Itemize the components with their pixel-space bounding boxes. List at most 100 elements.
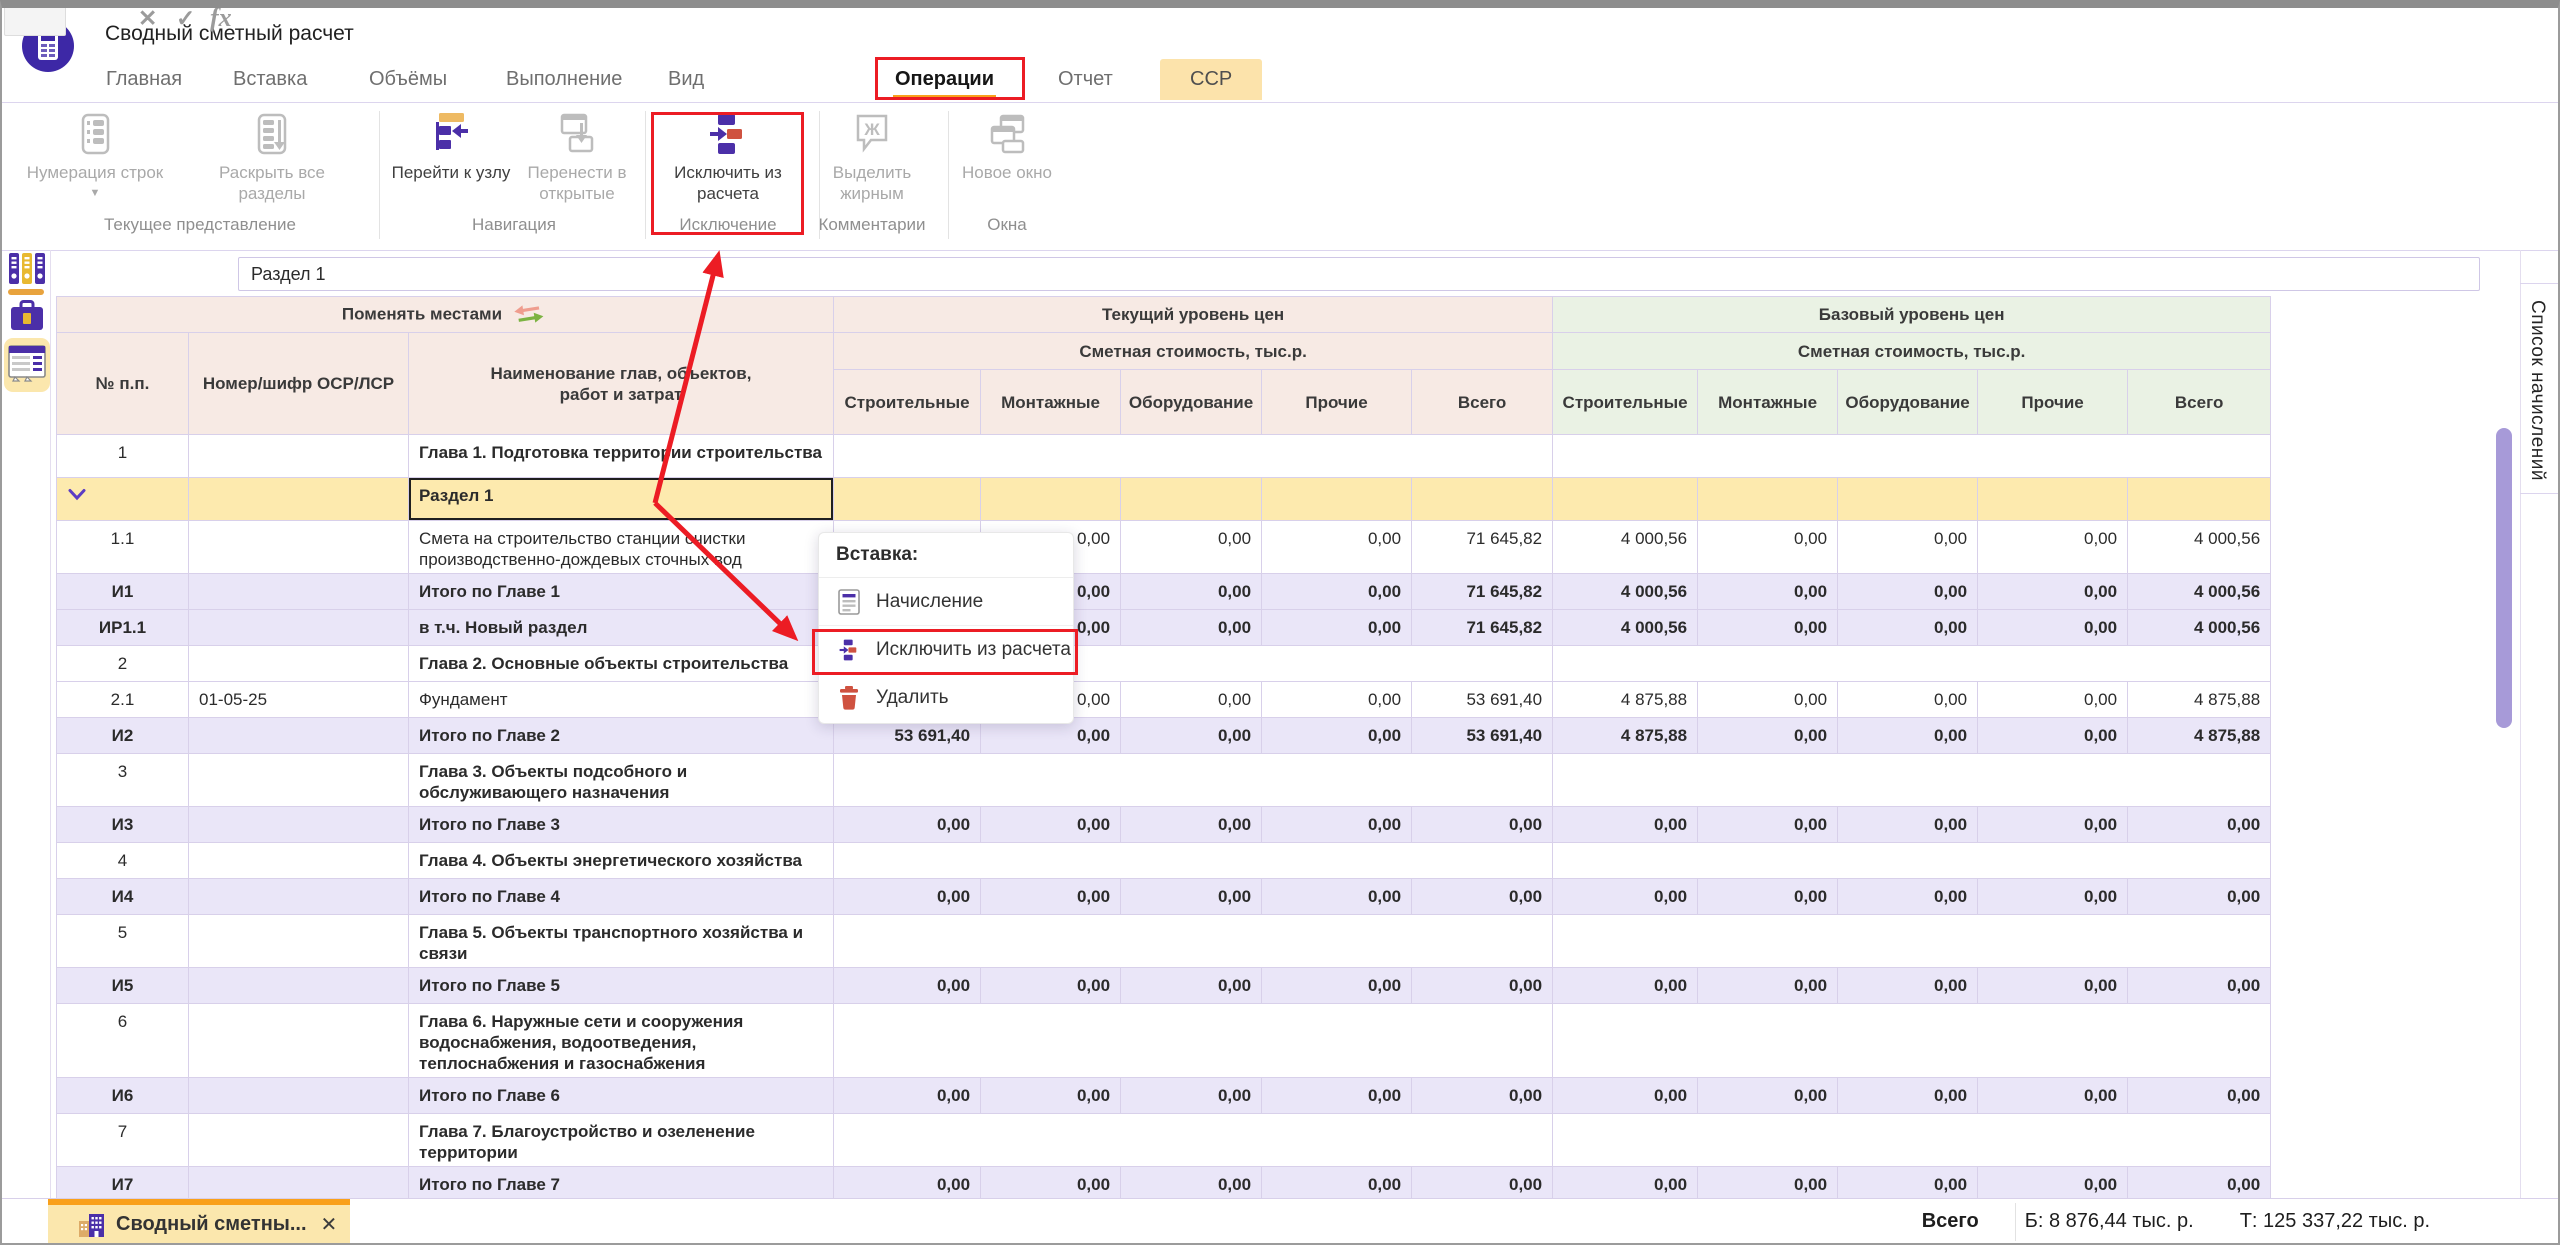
row-name-cell[interactable]: Итого по Главе 5 (409, 968, 834, 1004)
row-name-cell[interactable]: Итого по Главе 1 (409, 574, 834, 610)
estimate-sheet-tab[interactable] (4, 338, 50, 392)
value-cell-base[interactable]: 0,00 (1698, 718, 1838, 754)
row-name-cell[interactable]: Раздел 1 (409, 478, 834, 521)
value-cell-current[interactable]: 0,00 (1262, 718, 1412, 754)
value-cell-base[interactable]: 4 000,56 (2128, 574, 2271, 610)
swap-columns-header[interactable]: Поменять местами (57, 297, 834, 333)
row-number-cell[interactable]: 1.1 (57, 521, 189, 574)
document-tab[interactable]: Сводный сметны... ✕ (48, 1199, 350, 1244)
value-cell[interactable] (1121, 478, 1262, 521)
value-cell-base[interactable]: 0,00 (1838, 718, 1978, 754)
row-number-cell[interactable]: И1 (57, 574, 189, 610)
row-code-cell[interactable] (189, 718, 409, 754)
value-cell-base[interactable]: 0,00 (1838, 807, 1978, 843)
value-cell-current[interactable]: 0,00 (981, 1078, 1121, 1114)
row-code-cell[interactable] (189, 435, 409, 478)
value-cell[interactable] (1412, 478, 1553, 521)
row-code-cell[interactable]: 01-05-25 (189, 682, 409, 718)
value-cell-current[interactable]: 0,00 (1412, 968, 1553, 1004)
value-cell-base[interactable]: 0,00 (1978, 807, 2128, 843)
row-code-cell[interactable] (189, 1114, 409, 1167)
value-cell-current[interactable]: 71 645,82 (1412, 610, 1553, 646)
value-cell-current[interactable]: 0,00 (1262, 879, 1412, 915)
value-cell-base[interactable]: 0,00 (2128, 807, 2271, 843)
value-cell[interactable] (981, 478, 1121, 521)
empty-values-current[interactable] (834, 1004, 1553, 1078)
value-cell-current[interactable]: 0,00 (1262, 968, 1412, 1004)
menu-item-accrual-document[interactable]: Начисление (819, 578, 1073, 626)
row-number-cell[interactable]: 3 (57, 754, 189, 807)
fx-icon[interactable]: fx (210, 0, 232, 36)
value-cell-base[interactable]: 0,00 (1698, 807, 1838, 843)
row-code-cell[interactable] (189, 1078, 409, 1114)
formula-input[interactable]: Раздел 1 (238, 257, 2480, 291)
row-code-cell[interactable] (189, 843, 409, 879)
value-cell-base[interactable]: 0,00 (1838, 682, 1978, 718)
column-header-code[interactable]: Номер/шифр ОСР/ЛСР (189, 333, 409, 435)
menu-item-trash[interactable]: Удалить (819, 674, 1073, 721)
value-cell-current[interactable]: 0,00 (1262, 574, 1412, 610)
value-cell-base[interactable]: 0,00 (1978, 682, 2128, 718)
value-cell-base[interactable]: 0,00 (1838, 879, 1978, 915)
tab-item-4[interactable]: Вид (668, 59, 704, 100)
column-header-current-value[interactable]: Прочие (1262, 370, 1412, 435)
column-header-base-value[interactable]: Монтажные (1698, 370, 1838, 435)
dropdown-arrow-icon[interactable]: ▼ (90, 188, 101, 198)
value-cell-current[interactable]: 0,00 (834, 879, 981, 915)
value-cell-base[interactable]: 0,00 (1978, 1078, 2128, 1114)
row-code-cell[interactable] (189, 968, 409, 1004)
tab-operations-active[interactable]: Операции (895, 59, 994, 100)
value-cell-current[interactable]: 71 645,82 (1412, 574, 1553, 610)
row-name-cell[interactable]: Итого по Главе 3 (409, 807, 834, 843)
value-cell-base[interactable]: 0,00 (1978, 718, 2128, 754)
value-cell-current[interactable]: 0,00 (834, 807, 981, 843)
empty-values-current[interactable] (834, 1114, 1553, 1167)
value-cell-current[interactable]: 53 691,40 (1412, 718, 1553, 754)
column-header-base-value[interactable]: Прочие (1978, 370, 2128, 435)
row-number-cell[interactable]: 6 (57, 1004, 189, 1078)
ribbon-button-expand-sections[interactable]: Раскрыть все разделы (192, 111, 352, 204)
tab-item-7[interactable]: ССР (1160, 59, 1262, 100)
row-name-cell[interactable]: Фундамент (409, 682, 834, 718)
value-cell-base[interactable]: 4 000,56 (1553, 521, 1698, 574)
menu-item-exclude[interactable]: Исключить из расчета (819, 626, 1073, 674)
value-cell-base[interactable]: 0,00 (1838, 968, 1978, 1004)
value-cell-base[interactable]: 4 875,88 (2128, 718, 2271, 754)
empty-values-base[interactable] (1553, 646, 2271, 682)
value-cell-current[interactable]: 0,00 (1412, 1078, 1553, 1114)
row-name-cell[interactable]: Смета на строительство станции очистки п… (409, 521, 834, 574)
row-number-cell[interactable]: ИР1.1 (57, 610, 189, 646)
row-number-cell[interactable]: 4 (57, 843, 189, 879)
empty-values-current[interactable] (834, 915, 1553, 968)
value-cell-base[interactable]: 0,00 (1698, 1078, 1838, 1114)
value-cell-current[interactable]: 0,00 (1121, 521, 1262, 574)
value-cell-current[interactable]: 0,00 (981, 879, 1121, 915)
value-cell-base[interactable]: 0,00 (2128, 1078, 2271, 1114)
empty-values-base[interactable] (1553, 435, 2271, 478)
value-cell-current[interactable]: 0,00 (1121, 807, 1262, 843)
value-cell-base[interactable]: 0,00 (2128, 879, 2271, 915)
vertical-scrollbar[interactable] (2496, 428, 2512, 728)
column-header-base-value[interactable]: Всего (2128, 370, 2271, 435)
value-cell-base[interactable]: 0,00 (1698, 879, 1838, 915)
value-cell-base[interactable]: 0,00 (1978, 521, 2128, 574)
row-code-cell[interactable] (189, 879, 409, 915)
value-cell[interactable] (1978, 478, 2128, 521)
row-code-cell[interactable] (189, 646, 409, 682)
value-cell-current[interactable]: 0,00 (1262, 610, 1412, 646)
row-name-cell[interactable]: Глава 6. Наружные сети и сооружения водо… (409, 1004, 834, 1078)
row-name-cell[interactable]: Глава 7. Благоустройство и озеленение те… (409, 1114, 834, 1167)
column-header-no[interactable]: № п.п. (57, 333, 189, 435)
row-number-cell[interactable]: 5 (57, 915, 189, 968)
value-cell-current[interactable]: 0,00 (834, 968, 981, 1004)
empty-values-current[interactable] (834, 754, 1553, 807)
row-number-cell[interactable]: 7 (57, 1114, 189, 1167)
value-cell-base[interactable]: 0,00 (1698, 682, 1838, 718)
value-cell-base[interactable]: 4 875,88 (2128, 682, 2271, 718)
column-header-name[interactable]: Наименование глав, объектов, работ и зат… (409, 333, 834, 435)
ribbon-button-numbering[interactable]: Нумерация строк▼ (15, 111, 175, 198)
value-cell-base[interactable]: 0,00 (1978, 574, 2128, 610)
row-name-cell[interactable]: Глава 1. Подготовка территории строитель… (409, 435, 834, 478)
row-name-cell[interactable]: Итого по Главе 6 (409, 1078, 834, 1114)
tab-item-3[interactable]: Выполнение (506, 59, 622, 100)
